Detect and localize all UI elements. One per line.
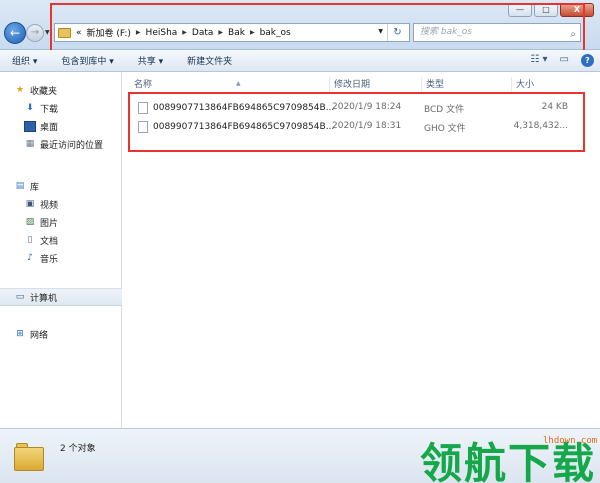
watermark-site: lhdown.com: [543, 436, 598, 446]
include-library-button[interactable]: 包含到库中 ▾: [49, 54, 125, 67]
nav-label: 网络: [30, 330, 49, 341]
chevron-down-icon: ▼: [45, 29, 50, 36]
nav-label: 图片: [40, 218, 59, 229]
music-icon: ♪: [27, 252, 33, 263]
item-count: 2 个对象: [60, 444, 96, 454]
arrow-left-icon: ←: [9, 26, 21, 40]
arrow-right-icon: →: [30, 27, 40, 38]
column-label: 大小: [516, 80, 535, 90]
nav-label: 桌面: [40, 122, 59, 133]
preview-pane-icon[interactable]: ▭: [560, 54, 569, 67]
column-header-name[interactable]: 名称 ▲: [130, 77, 330, 93]
nav-label: 下载: [40, 104, 59, 115]
picture-icon: ▨: [25, 216, 35, 227]
back-button[interactable]: ←: [4, 22, 26, 44]
column-header-modified[interactable]: 修改日期: [330, 77, 422, 93]
download-icon: ⬇: [26, 102, 34, 113]
nav-item-network[interactable]: ⊞ 网络: [0, 325, 122, 343]
nav-label: 视频: [40, 200, 59, 211]
nav-item-libraries[interactable]: ▤ 库: [0, 177, 122, 195]
share-button[interactable]: 共享 ▾: [126, 54, 175, 67]
document-icon: ▯: [27, 234, 33, 245]
nav-item-videos[interactable]: ▣ 视频: [0, 195, 122, 213]
nav-label: 收藏夹: [30, 86, 58, 97]
nav-label: 文档: [40, 236, 59, 247]
nav-item-pictures[interactable]: ▨ 图片: [0, 213, 122, 231]
star-icon: ★: [15, 84, 25, 95]
help-icon[interactable]: ?: [581, 54, 594, 67]
nav-item-computer[interactable]: ▭ 计算机: [0, 288, 122, 306]
new-folder-button[interactable]: 新建文件夹: [175, 54, 244, 67]
navigation-pane: ★ 收藏夹 ⬇ 下载 桌面 ▦ 最近访问的位置 ▤ 库 ▣ 视频 ▨ 图片 ▯ …: [0, 73, 122, 428]
column-header-size[interactable]: 大小: [512, 77, 572, 93]
forward-button[interactable]: →: [26, 24, 44, 42]
column-label: 类型: [426, 80, 445, 90]
command-bar: 组织 ▾ 包含到库中 ▾ 共享 ▾ 新建文件夹 ☷ ▾ ▭ ?: [0, 50, 600, 72]
sort-ascending-icon: ▲: [236, 80, 241, 87]
highlight-box-address: [50, 3, 585, 55]
nav-item-downloads[interactable]: ⬇ 下载: [0, 99, 122, 117]
nav-item-music[interactable]: ♪ 音乐: [0, 249, 122, 267]
nav-label: 最近访问的位置: [40, 140, 104, 151]
desktop-icon: [24, 120, 36, 132]
highlight-box-files: [128, 92, 585, 152]
view-controls: ☷ ▾ ▭ ?: [530, 54, 594, 67]
nav-label: 音乐: [40, 254, 59, 265]
nav-item-recent[interactable]: ▦ 最近访问的位置: [0, 135, 122, 153]
column-label: 名称: [134, 80, 153, 90]
column-header-type[interactable]: 类型: [422, 77, 512, 93]
computer-icon: ▭: [15, 291, 25, 302]
recent-places-icon: ▦: [25, 138, 35, 149]
view-options-icon[interactable]: ☷ ▾: [530, 54, 547, 67]
video-icon: ▣: [25, 198, 35, 209]
nav-label: 库: [30, 182, 40, 193]
history-dropdown[interactable]: ▼: [45, 29, 50, 36]
network-icon: ⊞: [16, 328, 24, 339]
folder-icon: [14, 443, 44, 471]
column-label: 修改日期: [334, 80, 371, 90]
organize-button[interactable]: 组织 ▾: [0, 54, 49, 67]
nav-label: 计算机: [30, 293, 58, 304]
nav-item-desktop[interactable]: 桌面: [0, 117, 122, 135]
nav-item-documents[interactable]: ▯ 文档: [0, 231, 122, 249]
library-icon: ▤: [15, 180, 25, 191]
nav-item-favorites[interactable]: ★ 收藏夹: [0, 81, 122, 99]
